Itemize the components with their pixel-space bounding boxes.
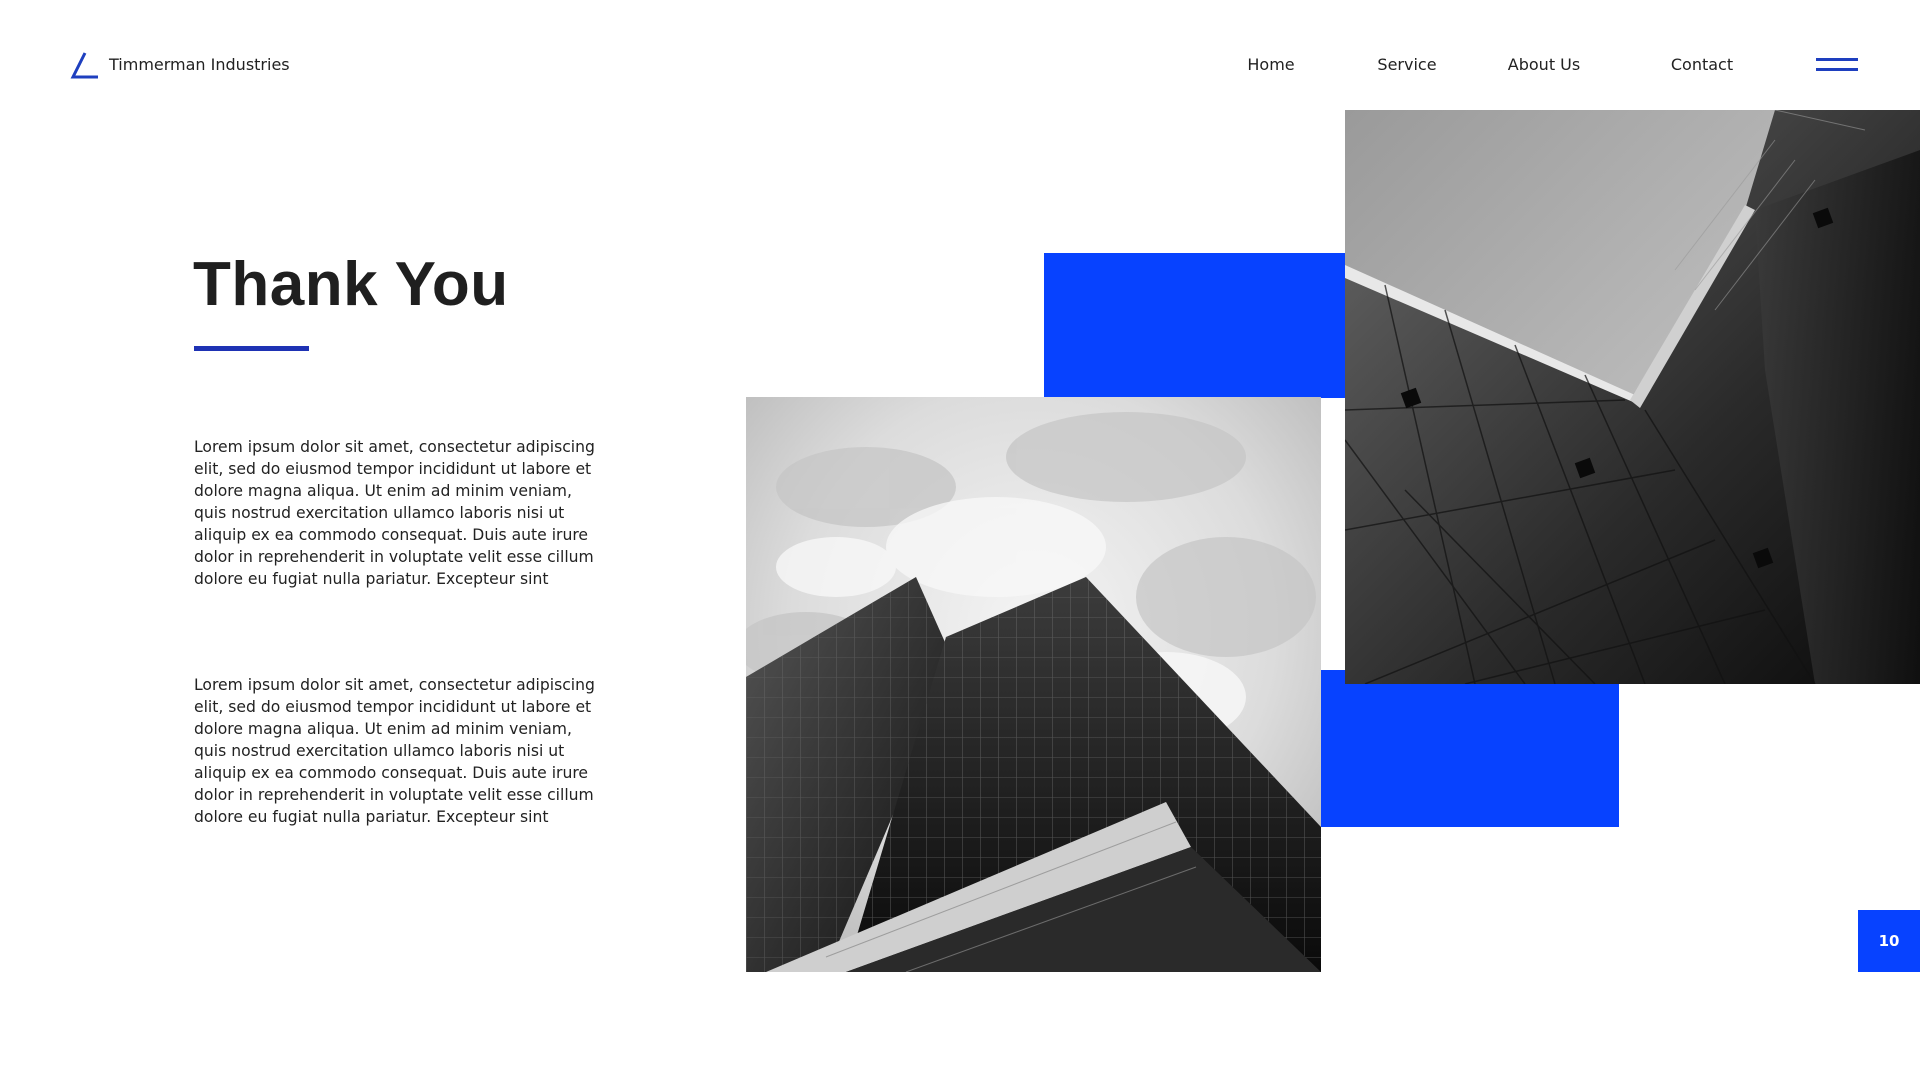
skyscraper-photo	[746, 397, 1321, 972]
body-paragraph-1: Lorem ipsum dolor sit amet, consectetur …	[194, 438, 595, 588]
slide: Timmerman Industries Home Service About …	[0, 0, 1920, 1080]
hamburger-menu-icon[interactable]	[1816, 56, 1858, 74]
nav-about-us[interactable]: About Us	[1508, 55, 1580, 74]
body-paragraph-2: Lorem ipsum dolor sit amet, consectetur …	[194, 676, 595, 826]
page-title: Thank You	[193, 250, 509, 319]
nav-contact[interactable]: Contact	[1671, 55, 1733, 74]
accent-block-bottom	[1320, 670, 1619, 827]
nav-service[interactable]: Service	[1377, 55, 1436, 74]
accent-block-top	[1044, 253, 1346, 398]
page-number-badge: 10	[1858, 910, 1920, 972]
title-underline	[194, 346, 309, 351]
modern-building-photo	[1345, 110, 1920, 684]
triangle-logo-icon[interactable]	[70, 50, 100, 80]
nav-home[interactable]: Home	[1247, 55, 1294, 74]
brand-name[interactable]: Timmerman Industries	[109, 55, 290, 74]
